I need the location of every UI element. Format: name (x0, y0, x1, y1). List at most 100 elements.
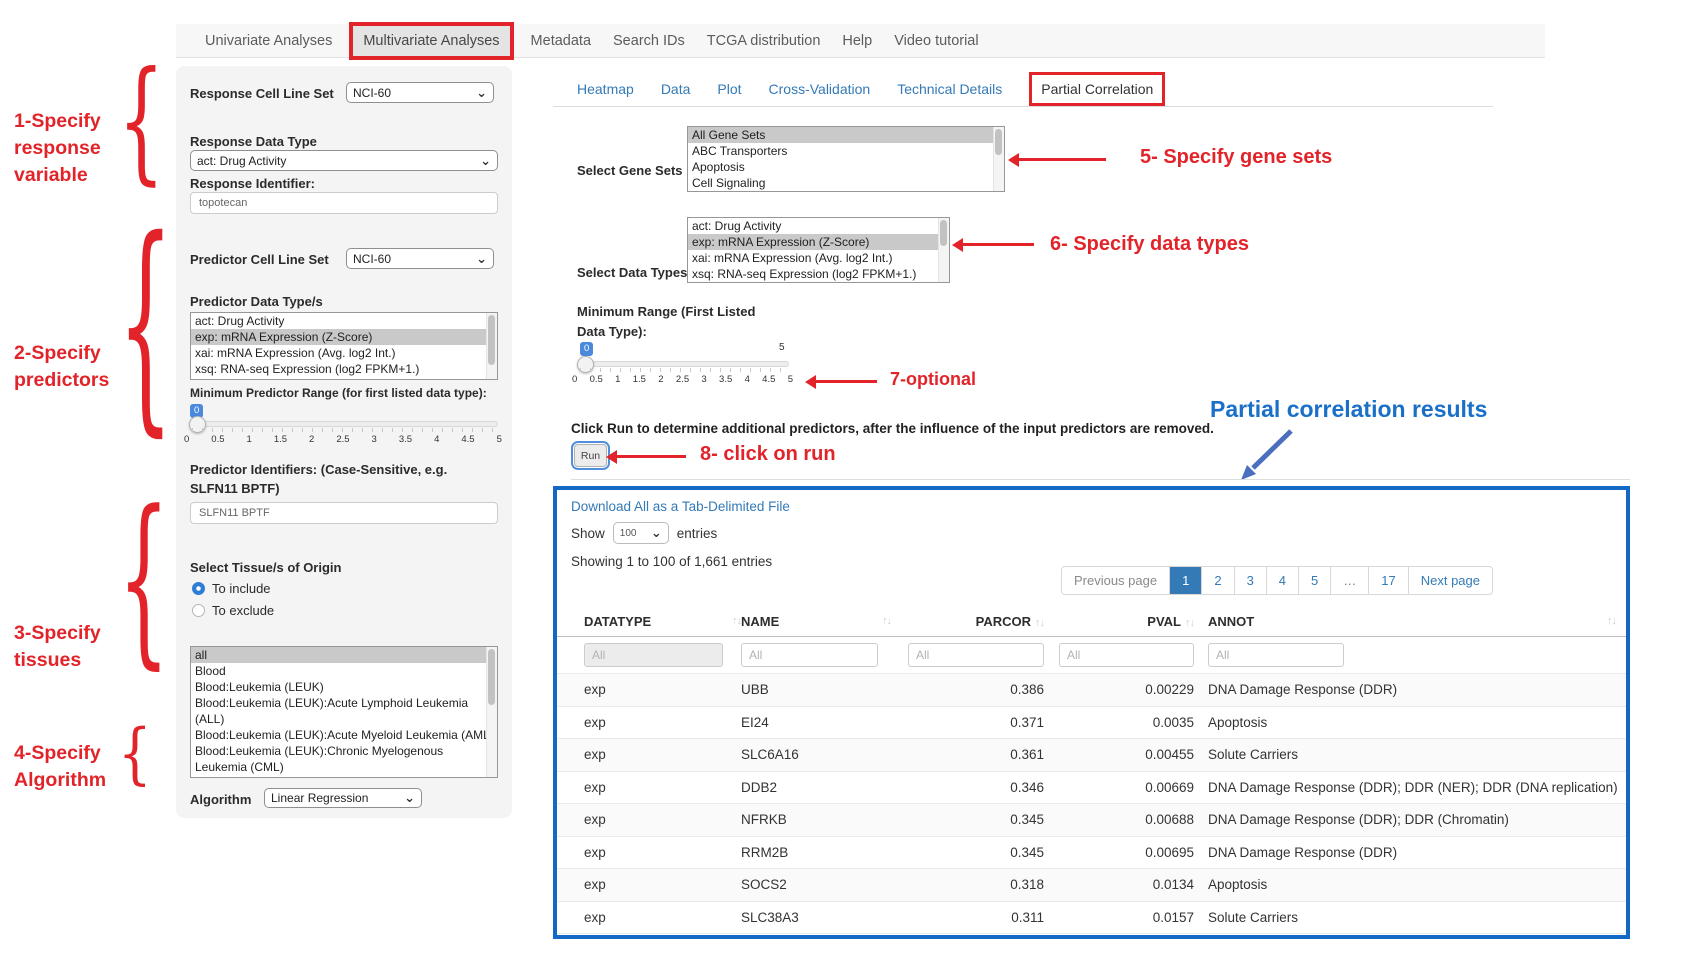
page-button-17[interactable]: 17 (1368, 567, 1407, 594)
prev-page-button[interactable]: Previous page (1062, 567, 1169, 594)
column-header-pval[interactable]: PVAL (1147, 614, 1181, 629)
list-item[interactable]: Blood (191, 663, 497, 679)
select-value: act: Drug Activity (197, 154, 286, 168)
list-item-selected[interactable]: all (191, 647, 497, 663)
list-item[interactable]: ABC Transporters (688, 143, 1004, 159)
results-table: DATATYPE↑↓ NAME↑↓ PARCOR↑↓ PVAL↑↓ ANNOT↑… (557, 606, 1626, 934)
response-data-type-label: Response Data Type (190, 134, 317, 149)
table-row: exp SLC38A3 0.311 0.0157 Solute Carriers (557, 901, 1626, 935)
table-row: exp DDB2 0.346 0.00669 DNA Damage Respon… (557, 771, 1626, 804)
download-link[interactable]: Download All as a Tab-Delimited File (571, 499, 790, 514)
tab-cross-validation[interactable]: Cross-Validation (769, 81, 871, 97)
radio-label: To include (212, 581, 271, 596)
list-item[interactable]: Blood:Leukemia (LEUK) (191, 679, 497, 695)
cell-name: EI24 (741, 715, 891, 730)
list-item[interactable]: act: Drug Activity (688, 218, 949, 234)
tab-data[interactable]: Data (661, 81, 691, 97)
scrollbar[interactable] (938, 218, 949, 282)
run-button[interactable]: Run (574, 444, 607, 467)
algorithm-select[interactable]: Linear Regression ⌄ (264, 788, 422, 808)
page-size-select[interactable]: 100 ⌄ (613, 522, 669, 544)
list-item[interactable]: Blood:Leukemia (LEUK):Acute Myeloid Leuk… (191, 727, 497, 743)
chevron-down-icon: ⌄ (476, 89, 487, 97)
scrollbar-thumb[interactable] (995, 129, 1002, 155)
list-item[interactable]: act: Drug Activity (191, 313, 497, 329)
scrollbar-thumb[interactable] (488, 315, 495, 365)
table-row: exp SLC6A16 0.361 0.00455 Solute Carrier… (557, 738, 1626, 771)
scrollbar[interactable] (486, 647, 497, 777)
filter-datatype-input[interactable] (584, 643, 723, 667)
cell-datatype: exp (557, 715, 741, 730)
list-item[interactable]: xai: mRNA Expression (Avg. log2 Int.) (191, 345, 497, 361)
tab-plot[interactable]: Plot (717, 81, 741, 97)
predictor-cell-line-set-select[interactable]: NCI-60 ⌄ (346, 248, 494, 269)
nav-metadata[interactable]: Metadata (520, 33, 602, 49)
column-header-annot[interactable]: ANNOT (1208, 614, 1254, 629)
nav-help[interactable]: Help (831, 33, 883, 49)
page-button-5[interactable]: 5 (1298, 567, 1330, 594)
radio-selected-icon[interactable] (192, 582, 205, 595)
cell-annot: DNA Damage Response (DDR); DDR (NER); DD… (1194, 780, 1626, 795)
tab-partial-correlation[interactable]: Partial Correlation (1029, 72, 1165, 106)
page-button-4[interactable]: 4 (1266, 567, 1298, 594)
column-header-parcor[interactable]: PARCOR (976, 614, 1031, 629)
cell-name: UBB (741, 682, 891, 697)
list-item[interactable]: Apoptosis (688, 159, 1004, 175)
cell-pval: 0.00688 (1044, 812, 1194, 827)
top-nav: Univariate Analyses Multivariate Analyse… (176, 24, 1545, 58)
nav-video-tutorial[interactable]: Video tutorial (883, 33, 989, 49)
tab-heatmap[interactable]: Heatmap (577, 81, 634, 97)
predictor-identifiers-input[interactable] (190, 502, 498, 524)
sort-icon[interactable]: ↑↓ (732, 615, 741, 627)
sort-icon[interactable]: ↑↓ (882, 615, 891, 627)
filter-name-input[interactable] (741, 643, 878, 667)
brace-step4: { (118, 728, 152, 779)
tab-technical-details[interactable]: Technical Details (897, 81, 1002, 97)
radio-unselected-icon[interactable] (192, 604, 205, 617)
radio-label: To exclude (212, 603, 274, 618)
filter-annot-input[interactable] (1208, 643, 1344, 667)
nav-univariate-analyses[interactable]: Univariate Analyses (194, 33, 343, 49)
list-item-selected[interactable]: exp: mRNA Expression (Z-Score) (688, 234, 949, 250)
response-identifier-input[interactable] (190, 192, 498, 214)
sort-icon[interactable]: ↑↓ (1035, 617, 1044, 629)
page-button-2[interactable]: 2 (1201, 567, 1233, 594)
filter-parcor-input[interactable] (908, 643, 1044, 667)
radio-to-include[interactable]: To include (192, 581, 271, 596)
nav-search-ids[interactable]: Search IDs (602, 33, 696, 49)
min-range-slider[interactable] (578, 361, 789, 367)
data-types-listbox: act: Drug Activity exp: mRNA Expression … (687, 217, 950, 283)
sort-icon[interactable]: ↑↓ (1607, 615, 1616, 627)
list-item[interactable]: Blood:Leukemia (LEUK):Chronic Myelogenou… (191, 743, 497, 775)
column-header-datatype[interactable]: DATATYPE (584, 614, 651, 629)
slider-value-badge: 0 (580, 342, 593, 356)
radio-to-exclude[interactable]: To exclude (192, 603, 274, 618)
filter-pval-input[interactable] (1059, 643, 1194, 667)
select-value: 100 (620, 528, 637, 539)
nav-tcga-distribution[interactable]: TCGA distribution (696, 33, 832, 49)
table-row: exp UBB 0.386 0.00229 DNA Damage Respons… (557, 673, 1626, 706)
response-cell-line-set-select[interactable]: NCI-60 ⌄ (346, 82, 494, 103)
tissue-origin-label: Select Tissue/s of Origin (190, 560, 341, 575)
chevron-down-icon: ⌄ (651, 529, 662, 537)
sort-icon[interactable]: ↑↓ (1185, 617, 1194, 629)
next-page-button[interactable]: Next page (1408, 567, 1492, 594)
scrollbar-thumb[interactable] (488, 649, 495, 705)
predictor-range-slider[interactable] (190, 421, 498, 427)
response-data-type-select[interactable]: act: Drug Activity ⌄ (190, 150, 498, 171)
scrollbar-thumb[interactable] (940, 220, 947, 246)
nav-multivariate-analyses[interactable]: Multivariate Analyses (349, 22, 513, 60)
page-button-3[interactable]: 3 (1234, 567, 1266, 594)
list-item[interactable]: Cell Signaling (688, 175, 1004, 191)
page-button-1[interactable]: 1 (1169, 567, 1201, 594)
list-item-selected[interactable]: All Gene Sets (688, 127, 1004, 143)
scrollbar[interactable] (486, 313, 497, 379)
list-item[interactable]: Blood:Leukemia (LEUK):Acute Lymphoid Leu… (191, 695, 497, 727)
list-item[interactable]: xsq: RNA-seq Expression (log2 FPKM+1.) (191, 361, 497, 377)
scrollbar[interactable] (993, 127, 1004, 191)
list-item[interactable]: xai: mRNA Expression (Avg. log2 Int.) (688, 250, 949, 266)
list-item-selected[interactable]: exp: mRNA Expression (Z-Score) (191, 329, 497, 345)
column-header-name[interactable]: NAME (741, 614, 779, 629)
list-item[interactable]: xsq: RNA-seq Expression (log2 FPKM+1.) (688, 266, 949, 282)
cell-pval: 0.00695 (1044, 845, 1194, 860)
